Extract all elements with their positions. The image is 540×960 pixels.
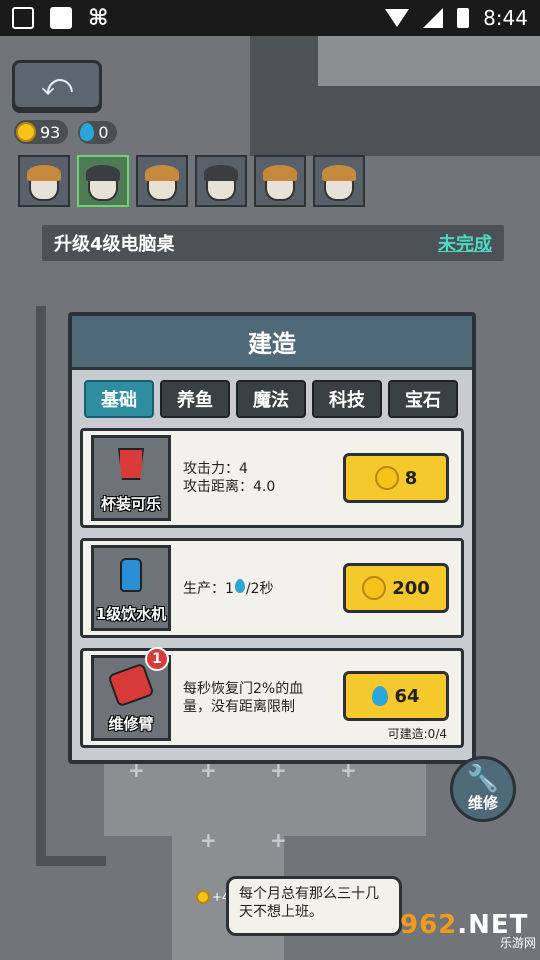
status-bar: ⌘ 8:44 bbox=[0, 0, 540, 36]
bug-icon: ⌘ bbox=[88, 5, 109, 31]
item-name: 杯装可乐 bbox=[100, 495, 161, 513]
item-description: 生产：1/2秒 bbox=[183, 578, 333, 598]
staff-card[interactable] bbox=[195, 155, 247, 207]
item-desc-line: /2秒 bbox=[245, 580, 274, 597]
coin-gain: +4 bbox=[196, 890, 230, 904]
item-description: 攻击力：4 攻击距离：4.0 bbox=[183, 460, 333, 496]
coin-icon bbox=[16, 122, 36, 142]
staff-roster bbox=[18, 155, 365, 207]
water-dispenser-icon bbox=[120, 558, 142, 592]
item-description: 每秒恢复门2%的血 量，没有距离限制 bbox=[183, 680, 333, 716]
water-drop-icon bbox=[234, 578, 245, 593]
item-desc-line: 攻击力：4 bbox=[183, 461, 248, 477]
staff-card[interactable] bbox=[136, 155, 188, 207]
employee-avatar-icon bbox=[86, 165, 120, 201]
category-tabs: 基础 养鱼 魔法 科技 宝石 bbox=[72, 370, 472, 428]
employee-avatar-icon bbox=[263, 165, 297, 201]
speech-bubble: 每个月总有那么三十几天不想上班。 bbox=[226, 876, 402, 936]
item-desc-line: 攻击距离：4.0 bbox=[183, 479, 276, 495]
item-image: 1级饮水机 bbox=[91, 545, 171, 631]
coin-icon bbox=[196, 890, 210, 904]
return-arrow-icon: ⤺ bbox=[40, 67, 74, 103]
tab-gem[interactable]: 宝石 bbox=[388, 380, 458, 418]
notification-badge: 1 bbox=[145, 647, 169, 671]
tab-basic[interactable]: 基础 bbox=[84, 380, 154, 418]
buy-button[interactable]: 64 bbox=[343, 671, 449, 721]
item-desc-line: 量，没有距离限制 bbox=[183, 699, 295, 715]
item-name: 1级饮水机 bbox=[95, 605, 167, 623]
repair-arm-icon bbox=[107, 662, 155, 708]
task-bar: 升级4级电脑桌 未完成 bbox=[42, 225, 504, 261]
staff-card[interactable] bbox=[18, 155, 70, 207]
build-limit: 可建造:0/4 bbox=[387, 727, 447, 741]
repair-label: 维修 bbox=[467, 793, 498, 812]
employee-avatar-icon bbox=[27, 165, 61, 201]
list-item: 杯装可乐 攻击力：4 攻击距离：4.0 8 bbox=[80, 428, 464, 528]
buy-button[interactable]: 200 bbox=[343, 563, 449, 613]
list-item: 维修臂 1 每秒恢复门2%的血 量，没有距离限制 64 可建造:0/4 bbox=[80, 647, 464, 748]
list-item: 1级饮水机 生产：1/2秒 200 bbox=[80, 538, 464, 638]
resources-bar: 93 0 bbox=[14, 120, 117, 144]
back-button[interactable]: ⤺ bbox=[12, 60, 102, 110]
task-text: 升级4级电脑桌 bbox=[54, 234, 175, 255]
staff-card[interactable] bbox=[313, 155, 365, 207]
item-desc-line: 生产：1 bbox=[183, 580, 234, 597]
build-panel: 建造 基础 养鱼 魔法 科技 宝石 杯装可乐 攻击力：4 攻击距离：4.0 8 bbox=[68, 312, 476, 764]
price: 64 bbox=[394, 685, 420, 707]
notification-square-icon bbox=[12, 7, 34, 29]
item-list: 杯装可乐 攻击力：4 攻击距离：4.0 8 1级饮水机 生产：1/2秒 200 bbox=[72, 428, 472, 748]
coin-icon bbox=[362, 576, 387, 600]
task-status-link[interactable]: 未完成 bbox=[438, 230, 492, 256]
item-desc-line: 每秒恢复门2%的血 bbox=[183, 681, 304, 697]
tab-tech[interactable]: 科技 bbox=[312, 380, 382, 418]
wrench-icon: 🔧 bbox=[466, 763, 500, 794]
price: 8 bbox=[404, 467, 418, 489]
tab-magic[interactable]: 魔法 bbox=[236, 380, 306, 418]
item-image: 杯装可乐 bbox=[91, 435, 171, 521]
coin-counter: 93 bbox=[14, 120, 69, 144]
tab-fishing[interactable]: 养鱼 bbox=[160, 380, 230, 418]
clock: 8:44 bbox=[483, 6, 528, 30]
signal-icon bbox=[423, 8, 444, 28]
employee-avatar-icon bbox=[145, 165, 179, 201]
water-drop-icon bbox=[372, 686, 389, 706]
cola-cup-icon bbox=[118, 448, 144, 480]
water-drop-icon bbox=[80, 123, 95, 141]
notification-filled-icon bbox=[50, 7, 72, 29]
employee-avatar-icon bbox=[322, 165, 356, 201]
coin-count: 93 bbox=[40, 122, 61, 142]
water-counter: 0 bbox=[78, 120, 117, 144]
price: 200 bbox=[392, 577, 430, 599]
staff-card-selected[interactable] bbox=[77, 155, 129, 207]
water-count: 0 bbox=[98, 122, 109, 142]
watermark: 962.NET 乐游网 bbox=[400, 910, 536, 954]
staff-card[interactable] bbox=[254, 155, 306, 207]
item-name: 维修臂 bbox=[108, 715, 154, 733]
buy-button[interactable]: 8 bbox=[343, 453, 449, 503]
battery-icon bbox=[457, 8, 470, 28]
panel-title: 建造 bbox=[72, 316, 472, 370]
wifi-icon bbox=[385, 9, 410, 27]
coin-icon bbox=[374, 466, 399, 490]
employee-avatar-icon bbox=[204, 165, 238, 201]
repair-button[interactable]: 🔧 维修 bbox=[450, 756, 516, 822]
